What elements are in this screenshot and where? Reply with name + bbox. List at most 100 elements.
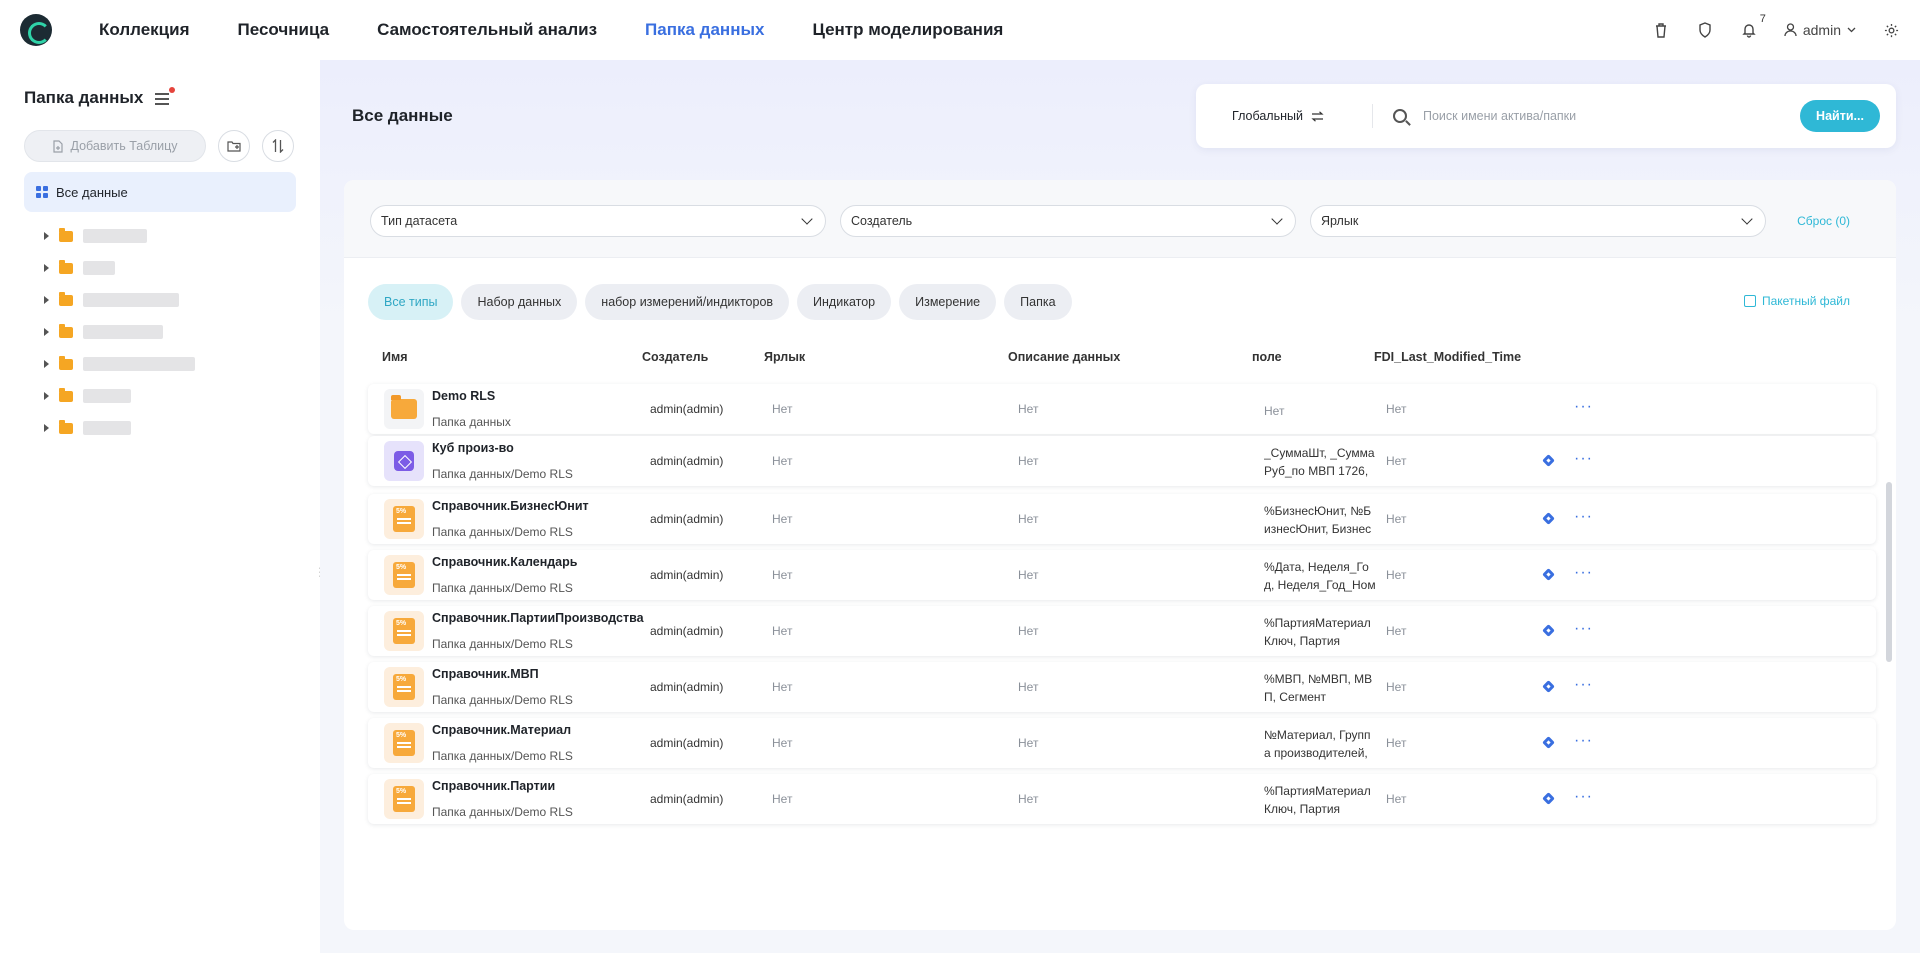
caret-right-icon[interactable] — [44, 296, 49, 304]
sidebar-item-all-data[interactable]: Все данные — [24, 172, 296, 212]
more-actions-icon[interactable]: ··· — [1574, 788, 1593, 806]
column-modified[interactable]: FDI_Last_Modified_Time — [1374, 350, 1521, 364]
type-chip-folder[interactable]: Папка — [1004, 284, 1072, 320]
folder-icon — [59, 259, 73, 274]
dataset-type-select[interactable]: Тип датасета — [370, 205, 826, 237]
type-chip-indicator[interactable]: Индикатор — [797, 284, 892, 320]
nav-self-analysis[interactable]: Самостоятельный анализ — [377, 20, 597, 40]
column-description[interactable]: Описание данных — [1008, 350, 1120, 364]
tree-item[interactable] — [44, 252, 195, 284]
table-row[interactable]: Справочник.МВП Папка данных/Demo RLS admin… — [368, 662, 1876, 712]
type-chip-dataset[interactable]: Набор данных — [461, 284, 578, 320]
table-row[interactable]: Справочник.Партии Папка данных/Demo RLS ad… — [368, 774, 1876, 824]
nav-sandbox[interactable]: Песочница — [238, 20, 330, 40]
nav-modeling-center[interactable]: Центр моделирования — [812, 20, 1003, 40]
add-folder-button[interactable] — [218, 130, 250, 162]
vertical-scrollbar[interactable] — [1886, 482, 1892, 662]
nav-data-folder[interactable]: Папка данных — [645, 20, 764, 40]
row-name[interactable]: Demo RLS — [432, 389, 495, 403]
batch-file-label: Пакетный файл — [1762, 294, 1850, 308]
row-path: Папка данных/Demo RLS — [432, 525, 573, 539]
row-name[interactable]: Куб произ-во — [432, 441, 514, 455]
caret-right-icon[interactable] — [44, 328, 49, 336]
bell-icon[interactable]: 7 — [1740, 13, 1766, 39]
batch-file-button[interactable]: Пакетный файл — [1744, 294, 1850, 308]
lineage-icon[interactable] — [1542, 512, 1556, 526]
table-row[interactable]: Справочник.Календарь Папка данных/Demo RL… — [368, 550, 1876, 600]
type-chip-dimension[interactable]: Измерение — [899, 284, 997, 320]
row-creator: admin(admin) — [650, 792, 724, 806]
row-name[interactable]: Справочник.МВП — [432, 667, 539, 681]
type-chip-all[interactable]: Все типы — [368, 284, 454, 320]
lineage-icon[interactable] — [1542, 792, 1556, 806]
more-actions-icon[interactable]: ··· — [1574, 620, 1593, 638]
tree-item[interactable] — [44, 412, 195, 444]
search-button[interactable]: Найти... — [1800, 100, 1880, 132]
lineage-icon[interactable] — [1542, 454, 1556, 468]
row-description: Нет — [1018, 512, 1039, 526]
column-field[interactable]: поле — [1252, 350, 1282, 364]
table-row[interactable]: Куб произ-во Папка данных/Demo RLS admin(a… — [368, 436, 1876, 486]
more-actions-icon[interactable]: ··· — [1574, 564, 1593, 582]
table-row[interactable]: Справочник.БизнесЮнит Папка данных/Demo R… — [368, 494, 1876, 544]
add-table-button[interactable]: Добавить Таблицу — [24, 130, 206, 162]
row-name[interactable]: Справочник.Календарь — [432, 555, 577, 569]
more-actions-icon[interactable]: ··· — [1574, 676, 1593, 694]
caret-right-icon[interactable] — [44, 232, 49, 240]
caret-right-icon[interactable] — [44, 264, 49, 272]
row-name[interactable]: Справочник.Материал — [432, 723, 571, 737]
shield-icon[interactable] — [1696, 21, 1714, 39]
table-row[interactable]: Справочник.ПартииПроизводства Папка данны… — [368, 606, 1876, 656]
tag-select[interactable]: Ярлык — [1310, 205, 1766, 237]
tree-item[interactable] — [44, 220, 195, 252]
folder-icon — [59, 227, 73, 242]
reset-filters-link[interactable]: Сброс (0) — [1797, 214, 1850, 228]
nav-collection[interactable]: Коллекция — [99, 20, 190, 40]
row-name[interactable]: Справочник.Партии — [432, 779, 555, 793]
gear-icon[interactable] — [1882, 21, 1900, 39]
row-path: Папка данных/Demo RLS — [432, 581, 573, 595]
column-creator[interactable]: Создатель — [642, 350, 708, 364]
row-tag: Нет — [772, 792, 793, 806]
row-tag: Нет — [772, 624, 793, 638]
row-path: Папка данных — [432, 415, 511, 429]
more-actions-icon[interactable]: ··· — [1574, 398, 1593, 416]
tree-item[interactable] — [44, 284, 195, 316]
caret-right-icon[interactable] — [44, 424, 49, 432]
trash-icon[interactable] — [1652, 21, 1670, 39]
app-logo[interactable] — [20, 14, 52, 46]
table-row[interactable]: Справочник.Материал Папка данных/Demo RLS… — [368, 718, 1876, 768]
user-icon — [1784, 23, 1797, 37]
caret-right-icon[interactable] — [44, 392, 49, 400]
row-field: %ПартияМатериалКлюч, Партия — [1264, 784, 1371, 816]
creator-select[interactable]: Создатель — [840, 205, 1296, 237]
user-menu[interactable]: admin — [1784, 22, 1856, 38]
tree-item[interactable] — [44, 348, 195, 380]
search-input[interactable] — [1423, 109, 1803, 123]
row-tag: Нет — [772, 454, 793, 468]
lineage-icon[interactable] — [1542, 568, 1556, 582]
row-modified: Нет — [1386, 680, 1407, 694]
filter-settings-icon[interactable] — [155, 87, 176, 105]
table-row[interactable]: Demo RLS Папка данных admin(admin) Нет Нет Не… — [368, 384, 1876, 434]
lineage-icon[interactable] — [1542, 624, 1556, 638]
sort-button[interactable] — [262, 130, 294, 162]
type-chip-cube[interactable]: набор измерений/индикторов — [585, 284, 790, 320]
more-actions-icon[interactable]: ··· — [1574, 732, 1593, 750]
more-actions-icon[interactable]: ··· — [1574, 508, 1593, 526]
more-actions-icon[interactable]: ··· — [1574, 450, 1593, 468]
search-scope-toggle[interactable]: Глобальный — [1232, 109, 1352, 123]
column-tag[interactable]: Ярлык — [764, 350, 805, 364]
row-name[interactable]: Справочник.ПартииПроизводства — [432, 611, 644, 625]
lineage-icon[interactable] — [1542, 736, 1556, 750]
tree-item[interactable] — [44, 380, 195, 412]
tree-item[interactable] — [44, 316, 195, 348]
row-name[interactable]: Справочник.БизнесЮнит — [432, 499, 589, 513]
row-description: Нет — [1018, 454, 1039, 468]
chevron-down-icon — [1271, 213, 1283, 225]
column-name[interactable]: Имя — [382, 350, 408, 364]
row-creator: admin(admin) — [650, 568, 724, 582]
row-field: Нет — [1264, 404, 1285, 418]
lineage-icon[interactable] — [1542, 680, 1556, 694]
caret-right-icon[interactable] — [44, 360, 49, 368]
